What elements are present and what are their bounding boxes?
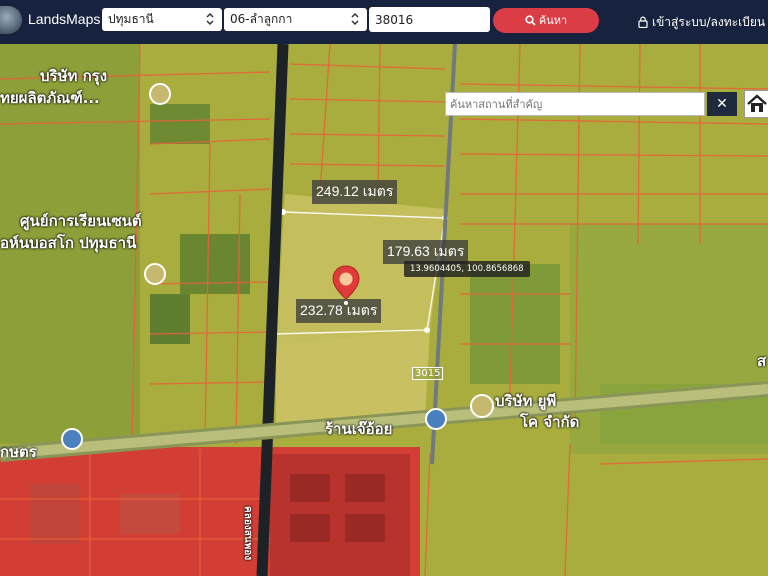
- satellite-map-layer: [0, 44, 768, 576]
- place-label-company-top-line2: ทยผลิตภัณฑ์...: [0, 89, 100, 107]
- landsmaps-logo-icon: [0, 6, 22, 34]
- place-label-bottom-left: กษตร: [0, 443, 37, 461]
- map-canvas[interactable]: บริษัท กรุง ทยผลิตภัณฑ์... ศูนย์การเรียน…: [0, 44, 768, 576]
- select-caret-icon: [351, 12, 359, 26]
- home-icon: [747, 94, 767, 112]
- place-label-learning-center-line1: ศูนย์การเรียนเซนต์: [20, 212, 142, 230]
- location-pin-icon[interactable]: [332, 265, 360, 305]
- place-label-company-top-line1: บริษัท กรุง: [40, 67, 108, 85]
- clear-search-button[interactable]: ✕: [707, 92, 737, 116]
- province-value: ปทุมธานี: [108, 12, 154, 26]
- search-button[interactable]: ค้นหา: [493, 8, 599, 33]
- place-label-company-right-line2: โค จำกัด: [520, 413, 580, 431]
- district-value: 06-ลำลูกกา: [230, 12, 293, 26]
- place-label-learning-center-line2: อห์นบอสโก ปทุมธานี: [0, 234, 137, 252]
- search-button-label: ค้นหา: [538, 14, 568, 27]
- parcel-number-input[interactable]: [369, 7, 490, 32]
- home-button[interactable]: [744, 90, 768, 118]
- province-select[interactable]: ปทุมธานี: [102, 8, 222, 31]
- coordinates-tooltip: 13.9604405, 100.8656868: [404, 261, 530, 277]
- select-caret-icon: [206, 12, 214, 26]
- brand-name: LandsMaps: [28, 11, 101, 27]
- place-label-shop: ร้านเจ๊อ้อย: [325, 420, 393, 438]
- top-navigation-bar: LandsMaps ปทุมธานี 06-ลำลูกกา ค้นหา เข้า…: [0, 0, 768, 44]
- login-register-label: เข้าสู่ระบบ/ลงทะเบียน: [652, 15, 766, 29]
- district-select[interactable]: 06-ลำลูกกา: [224, 8, 367, 31]
- road-number-tag: 3015: [412, 367, 444, 380]
- lock-icon: [638, 16, 648, 29]
- place-search-input[interactable]: [445, 92, 705, 116]
- place-label-right-edge: ส: [757, 352, 767, 370]
- road-label-vertical: คลองสนพอง: [242, 506, 253, 561]
- search-icon: [525, 15, 536, 26]
- login-register-link[interactable]: เข้าสู่ระบบ/ลงทะเบียน: [638, 13, 765, 32]
- distance-label-top: 249.12 เมตร: [312, 180, 398, 204]
